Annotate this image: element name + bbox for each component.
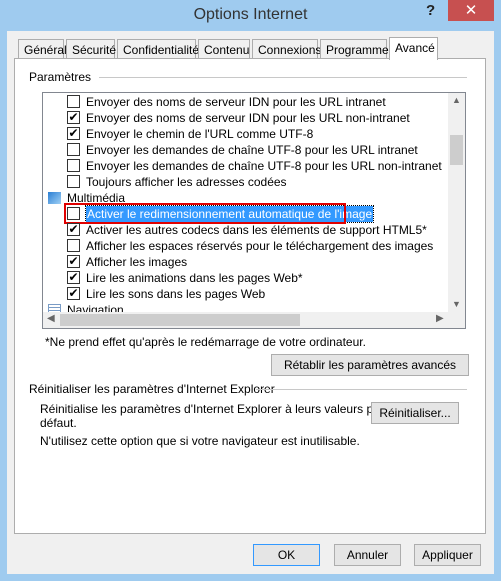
setting-label: Toujours afficher les adresses codées — [86, 175, 287, 189]
horizontal-scrollbar[interactable]: ◀ ▶ — [43, 312, 465, 328]
tab-avance[interactable]: Avancé — [389, 37, 438, 60]
setting-label: Envoyer des noms de serveur IDN pour les… — [86, 111, 410, 125]
setting-label: Lire les animations dans les pages Web* — [86, 271, 303, 285]
divider — [99, 77, 467, 78]
checkbox-unchecked[interactable] — [67, 143, 80, 156]
horizontal-scroll-thumb[interactable] — [60, 314, 300, 326]
tab-securite[interactable]: Sécurité — [66, 39, 116, 59]
checkbox-checked[interactable]: ✔ — [67, 271, 80, 284]
reset-group-label: Réinitialiser les paramètres d'Internet … — [29, 382, 275, 396]
check-icon: ✔ — [68, 126, 79, 140]
setting-label: Envoyer des noms de serveur IDN pour les… — [86, 95, 386, 109]
tab-contenu[interactable]: Contenu — [198, 39, 250, 59]
scroll-right-icon[interactable]: ▶ — [436, 313, 444, 324]
setting-label: Lire les sons dans les pages Web — [86, 287, 266, 301]
setting-label: Activer les autres codecs dans les éléme… — [86, 223, 427, 237]
divider — [256, 389, 467, 390]
check-icon: ✔ — [68, 222, 79, 236]
tab-confidentialite[interactable]: Confidentialité — [117, 39, 199, 59]
checkbox-checked[interactable]: ✔ — [67, 111, 80, 124]
setting-label: Afficher les espaces réservés pour le té… — [86, 239, 434, 253]
tab-programmes[interactable]: Programmes — [320, 39, 395, 59]
tab-general[interactable]: Général — [18, 39, 67, 59]
checkbox-unchecked[interactable] — [67, 159, 80, 172]
scroll-down-icon[interactable]: ▼ — [452, 299, 461, 309]
vertical-scrollbar[interactable]: ▲ ▼ — [448, 93, 465, 313]
apply-button[interactable]: Appliquer — [414, 544, 481, 566]
check-icon: ✔ — [68, 254, 79, 268]
highlight-box — [64, 203, 346, 224]
vertical-scroll-thumb[interactable] — [450, 135, 463, 165]
check-icon: ✔ — [68, 270, 79, 284]
check-icon: ✔ — [68, 110, 79, 124]
checkbox-checked[interactable]: ✔ — [67, 127, 80, 140]
setting-label: Envoyer les demandes de chaîne UTF-8 pou… — [86, 143, 418, 157]
scroll-up-icon[interactable]: ▲ — [452, 95, 461, 105]
checkbox-unchecked[interactable] — [67, 95, 80, 108]
close-button[interactable]: ✕ — [448, 0, 494, 21]
checkbox-checked[interactable]: ✔ — [67, 223, 80, 236]
checkbox-checked[interactable]: ✔ — [67, 287, 80, 300]
checkbox-unchecked[interactable] — [67, 239, 80, 252]
setting-label: Envoyer les demandes de chaîne UTF-8 pou… — [86, 159, 442, 173]
restart-note: *Ne prend effet qu'après le redémarrage … — [45, 335, 366, 349]
check-icon: ✔ — [68, 286, 79, 300]
settings-tree-list[interactable]: Envoyer des noms de serveur IDN pour les… — [42, 92, 466, 329]
reset-button[interactable]: Réinitialiser... — [371, 402, 459, 424]
restore-advanced-button[interactable]: Rétablir les paramètres avancés — [271, 354, 469, 376]
checkbox-unchecked[interactable] — [67, 175, 80, 188]
scroll-left-icon[interactable]: ◀ — [47, 313, 55, 324]
checkbox-checked[interactable]: ✔ — [67, 255, 80, 268]
cancel-button[interactable]: Annuler — [334, 544, 401, 566]
ok-button[interactable]: OK — [253, 544, 320, 566]
reset-description: Réinitialise les paramètres d'Internet E… — [40, 402, 384, 416]
help-button[interactable]: ? — [426, 2, 435, 19]
setting-label: Envoyer le chemin de l'URL comme UTF-8 — [86, 127, 314, 141]
settings-group-label: Paramètres — [29, 70, 96, 84]
setting-label: Afficher les images — [86, 255, 188, 269]
reset-description-cont: défaut. — [40, 416, 77, 430]
tab-connexions[interactable]: Connexions — [252, 39, 321, 59]
multimedia-icon — [48, 192, 61, 204]
reset-warning: N'utilisez cette option que si votre nav… — [40, 434, 360, 448]
